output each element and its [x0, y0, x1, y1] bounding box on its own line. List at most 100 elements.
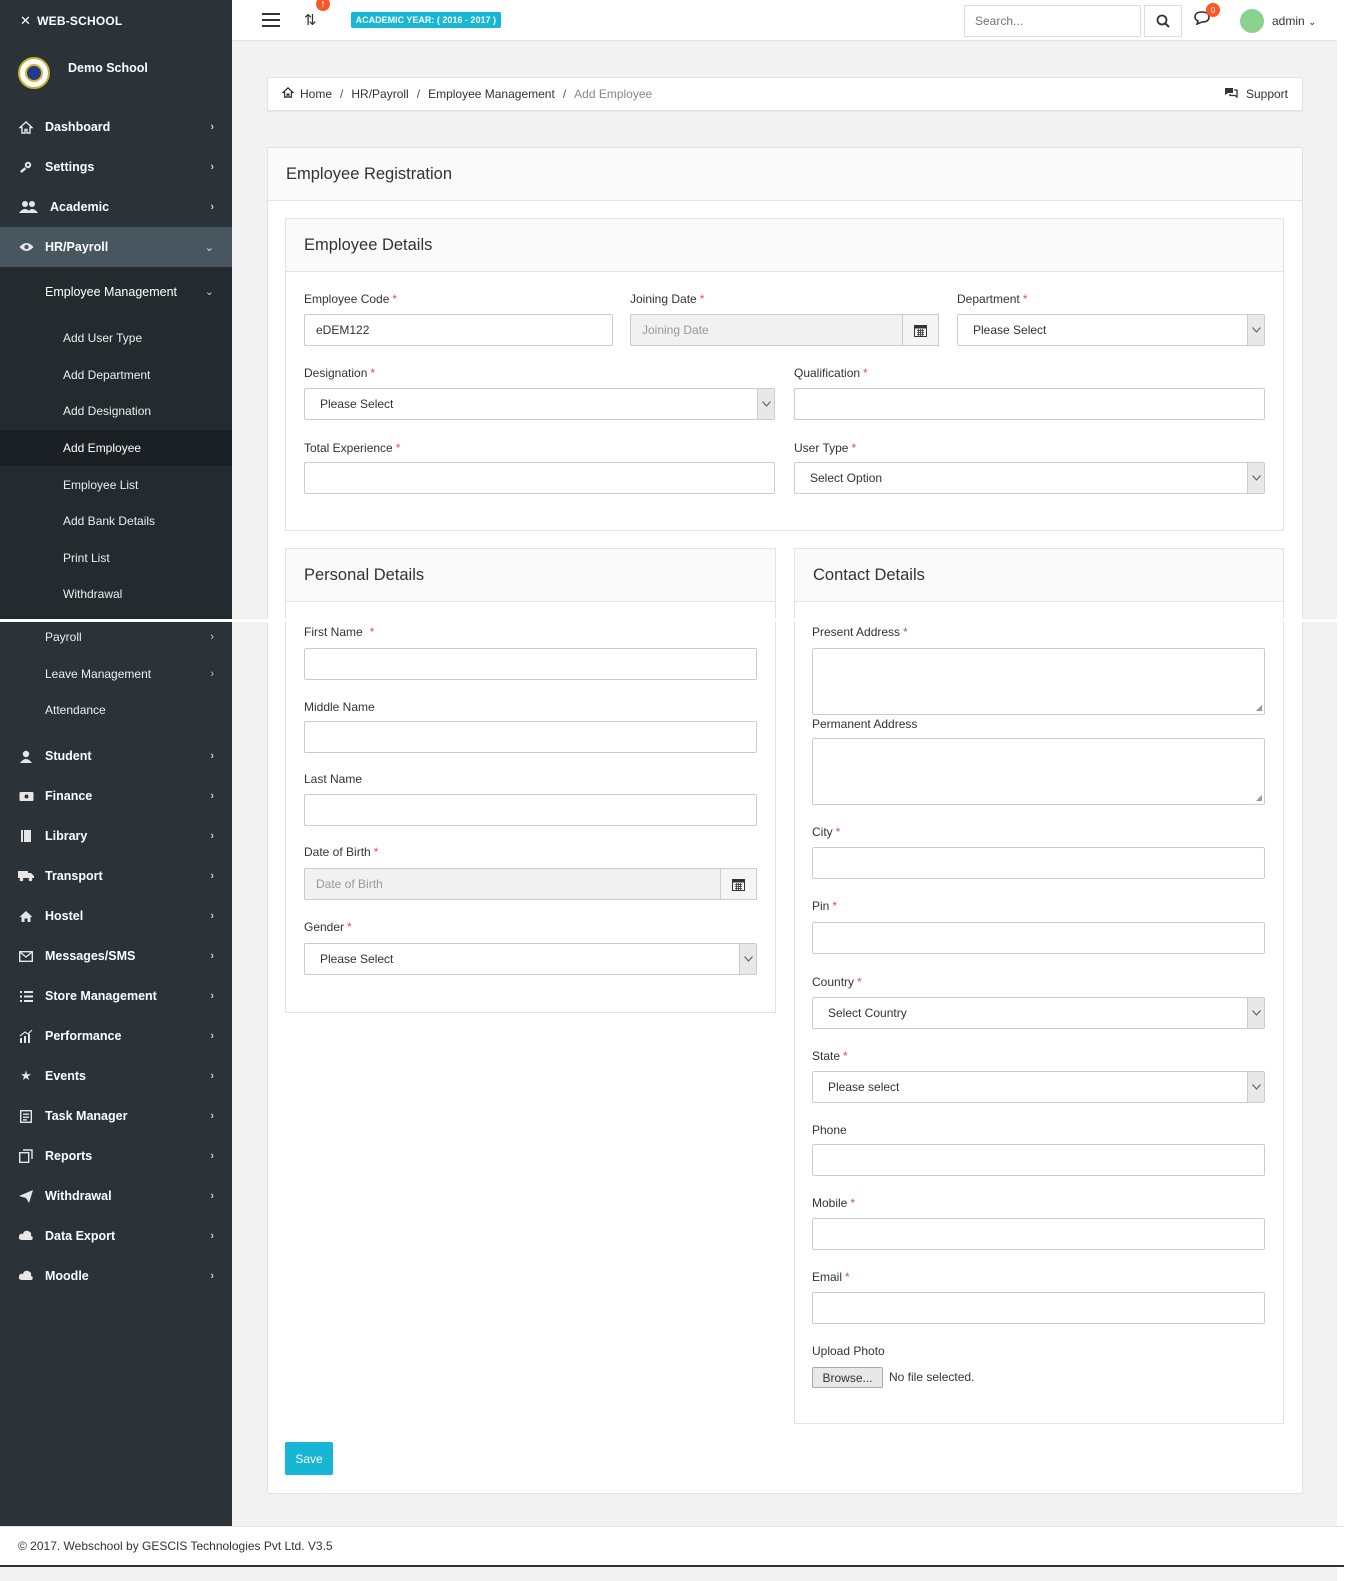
pin-input[interactable] [812, 922, 1265, 954]
state-label: State * [812, 1049, 848, 1063]
sidebar-item-hr-payroll[interactable]: HR/Payroll ⌄ [0, 227, 232, 267]
sidebar-item-library[interactable]: Library › [0, 816, 232, 856]
chevron-down-icon [1247, 315, 1264, 345]
sidebar-item-add-designation[interactable]: Add Designation [0, 393, 232, 430]
designation-select[interactable]: Please Select [304, 388, 775, 420]
sidebar-item-employee-list[interactable]: Employee List [0, 466, 232, 503]
truck-icon [18, 868, 34, 884]
sidebar-item-label: Task Manager [45, 1109, 128, 1124]
dob-input[interactable]: Date of Birth [304, 868, 757, 900]
sidebar-item-add-bank-details[interactable]: Add Bank Details [0, 503, 232, 540]
sidebar-item-dashboard[interactable]: Dashboard › [0, 107, 232, 147]
breadcrumb-hr-payroll[interactable]: HR/Payroll [351, 87, 408, 101]
menu-toggle-icon[interactable] [262, 13, 280, 27]
mobile-input[interactable] [812, 1218, 1265, 1250]
sidebar-item-hostel[interactable]: Hostel › [0, 896, 232, 936]
present-address-textarea[interactable]: ◢ [812, 648, 1265, 715]
country-select[interactable]: Select Country [812, 997, 1265, 1029]
search-input[interactable] [964, 5, 1141, 37]
first-name-input[interactable] [304, 648, 757, 680]
sidebar-item-label: Store Management [45, 989, 157, 1004]
middle-name-input[interactable] [304, 721, 757, 753]
user-name: admin [1272, 14, 1305, 28]
sidebar: ✕ WEB-SCHOOL Demo School Dashboard › Set… [0, 0, 232, 1537]
academic-year-badge[interactable]: ACADEMIC YEAR: ( 2016 - 2017 ) [350, 12, 501, 28]
task-icon [18, 1108, 34, 1124]
user-type-select[interactable]: Select Option [794, 462, 1265, 494]
country-label: Country * [812, 975, 862, 989]
list-icon [18, 988, 34, 1004]
sidebar-item-add-department[interactable]: Add Department [0, 357, 232, 394]
phone-input[interactable] [812, 1144, 1265, 1176]
sidebar-item-label: Performance [45, 1029, 122, 1044]
calendar-icon[interactable] [902, 314, 939, 346]
sidebar-item-add-user-type[interactable]: Add User Type [0, 320, 232, 357]
chat-icon[interactable]: 0 [1194, 3, 1220, 28]
sidebar-item-withdrawal[interactable]: Withdrawal [0, 576, 232, 613]
settings-icon [18, 159, 34, 175]
permanent-address-textarea[interactable]: ◢ [812, 738, 1265, 805]
sidebar-item-moodle[interactable]: Moodle › [0, 1256, 232, 1296]
breadcrumb-employee-management[interactable]: Employee Management [428, 87, 555, 101]
department-select[interactable]: Please Select [957, 314, 1265, 346]
gender-select[interactable]: Please Select [304, 943, 757, 975]
sidebar-item-academic[interactable]: Academic › [0, 187, 232, 227]
mobile-label: Mobile * [812, 1196, 856, 1210]
joining-date-placeholder: Joining Date [642, 323, 709, 337]
middle-name-label: Middle Name [304, 700, 375, 714]
employee-code-input[interactable]: eDEM122 [304, 314, 613, 346]
brand-name: WEB-SCHOOL [37, 13, 123, 28]
sidebar-item-print-list[interactable]: Print List [0, 540, 232, 577]
sync-icon[interactable]: ⇅ ! [304, 0, 330, 29]
total-experience-input[interactable] [304, 462, 775, 494]
browse-button[interactable]: Browse... [812, 1367, 883, 1388]
book-icon [18, 828, 34, 844]
support-link[interactable]: Support [1224, 87, 1288, 102]
sidebar-item-label: Payroll [45, 630, 82, 644]
search-button[interactable] [1144, 5, 1182, 37]
brand[interactable]: ✕ WEB-SCHOOL [0, 0, 232, 41]
chevron-right-icon: › [210, 631, 214, 643]
chevron-right-icon: › [210, 950, 214, 963]
divider [1337, 0, 1355, 1581]
joining-date-input[interactable]: Joining Date [630, 314, 939, 346]
save-button[interactable]: Save [285, 1442, 333, 1475]
qualification-input[interactable] [794, 388, 1265, 420]
submenu-employee-management[interactable]: Employee Management ⌄ [0, 267, 232, 316]
cloud-icon [18, 1228, 34, 1244]
user-menu[interactable]: admin ⌄ [1272, 14, 1316, 28]
resize-grip-icon[interactable]: ◢ [1256, 793, 1262, 802]
sidebar-item-performance[interactable]: Performance › [0, 1016, 232, 1056]
sidebar-item-add-employee[interactable]: Add Employee [0, 429, 232, 467]
sidebar-item-withdrawal-main[interactable]: Withdrawal › [0, 1176, 232, 1216]
state-select[interactable]: Please select [812, 1071, 1265, 1103]
sidebar-item-messages-sms[interactable]: Messages/SMS › [0, 936, 232, 976]
gender-label: Gender * [304, 920, 352, 934]
sidebar-item-store-management[interactable]: Store Management › [0, 976, 232, 1016]
sidebar-item-label: Attendance [45, 703, 106, 717]
email-input[interactable] [812, 1292, 1265, 1324]
sidebar-item-transport[interactable]: Transport › [0, 856, 232, 896]
calendar-icon[interactable] [720, 868, 757, 900]
sidebar-item-attendance[interactable]: Attendance [0, 692, 232, 729]
avatar[interactable] [1240, 9, 1264, 33]
chevron-right-icon: › [210, 830, 214, 843]
sidebar-item-data-export[interactable]: Data Export › [0, 1216, 232, 1256]
sidebar-item-finance[interactable]: Finance › [0, 776, 232, 816]
resize-grip-icon[interactable]: ◢ [1256, 703, 1262, 712]
cloud-icon [18, 1268, 34, 1284]
sidebar-item-leave-management[interactable]: Leave Management › [0, 655, 232, 692]
city-input[interactable] [812, 847, 1265, 879]
sidebar-item-task-manager[interactable]: Task Manager › [0, 1096, 232, 1136]
sidebar-item-settings[interactable]: Settings › [0, 147, 232, 187]
breadcrumb-current: Add Employee [574, 87, 653, 101]
department-label: Department * [957, 292, 1028, 306]
last-name-input[interactable] [304, 794, 757, 826]
breadcrumb-home[interactable]: Home [300, 87, 332, 101]
bank-icon [18, 788, 34, 804]
sidebar-item-events[interactable]: ★ Events › [0, 1056, 232, 1096]
chevron-right-icon: › [210, 1230, 214, 1243]
sidebar-item-reports[interactable]: Reports › [0, 1136, 232, 1176]
sidebar-item-student[interactable]: Student › [0, 736, 232, 776]
sidebar-item-payroll[interactable]: Payroll › [0, 619, 232, 656]
